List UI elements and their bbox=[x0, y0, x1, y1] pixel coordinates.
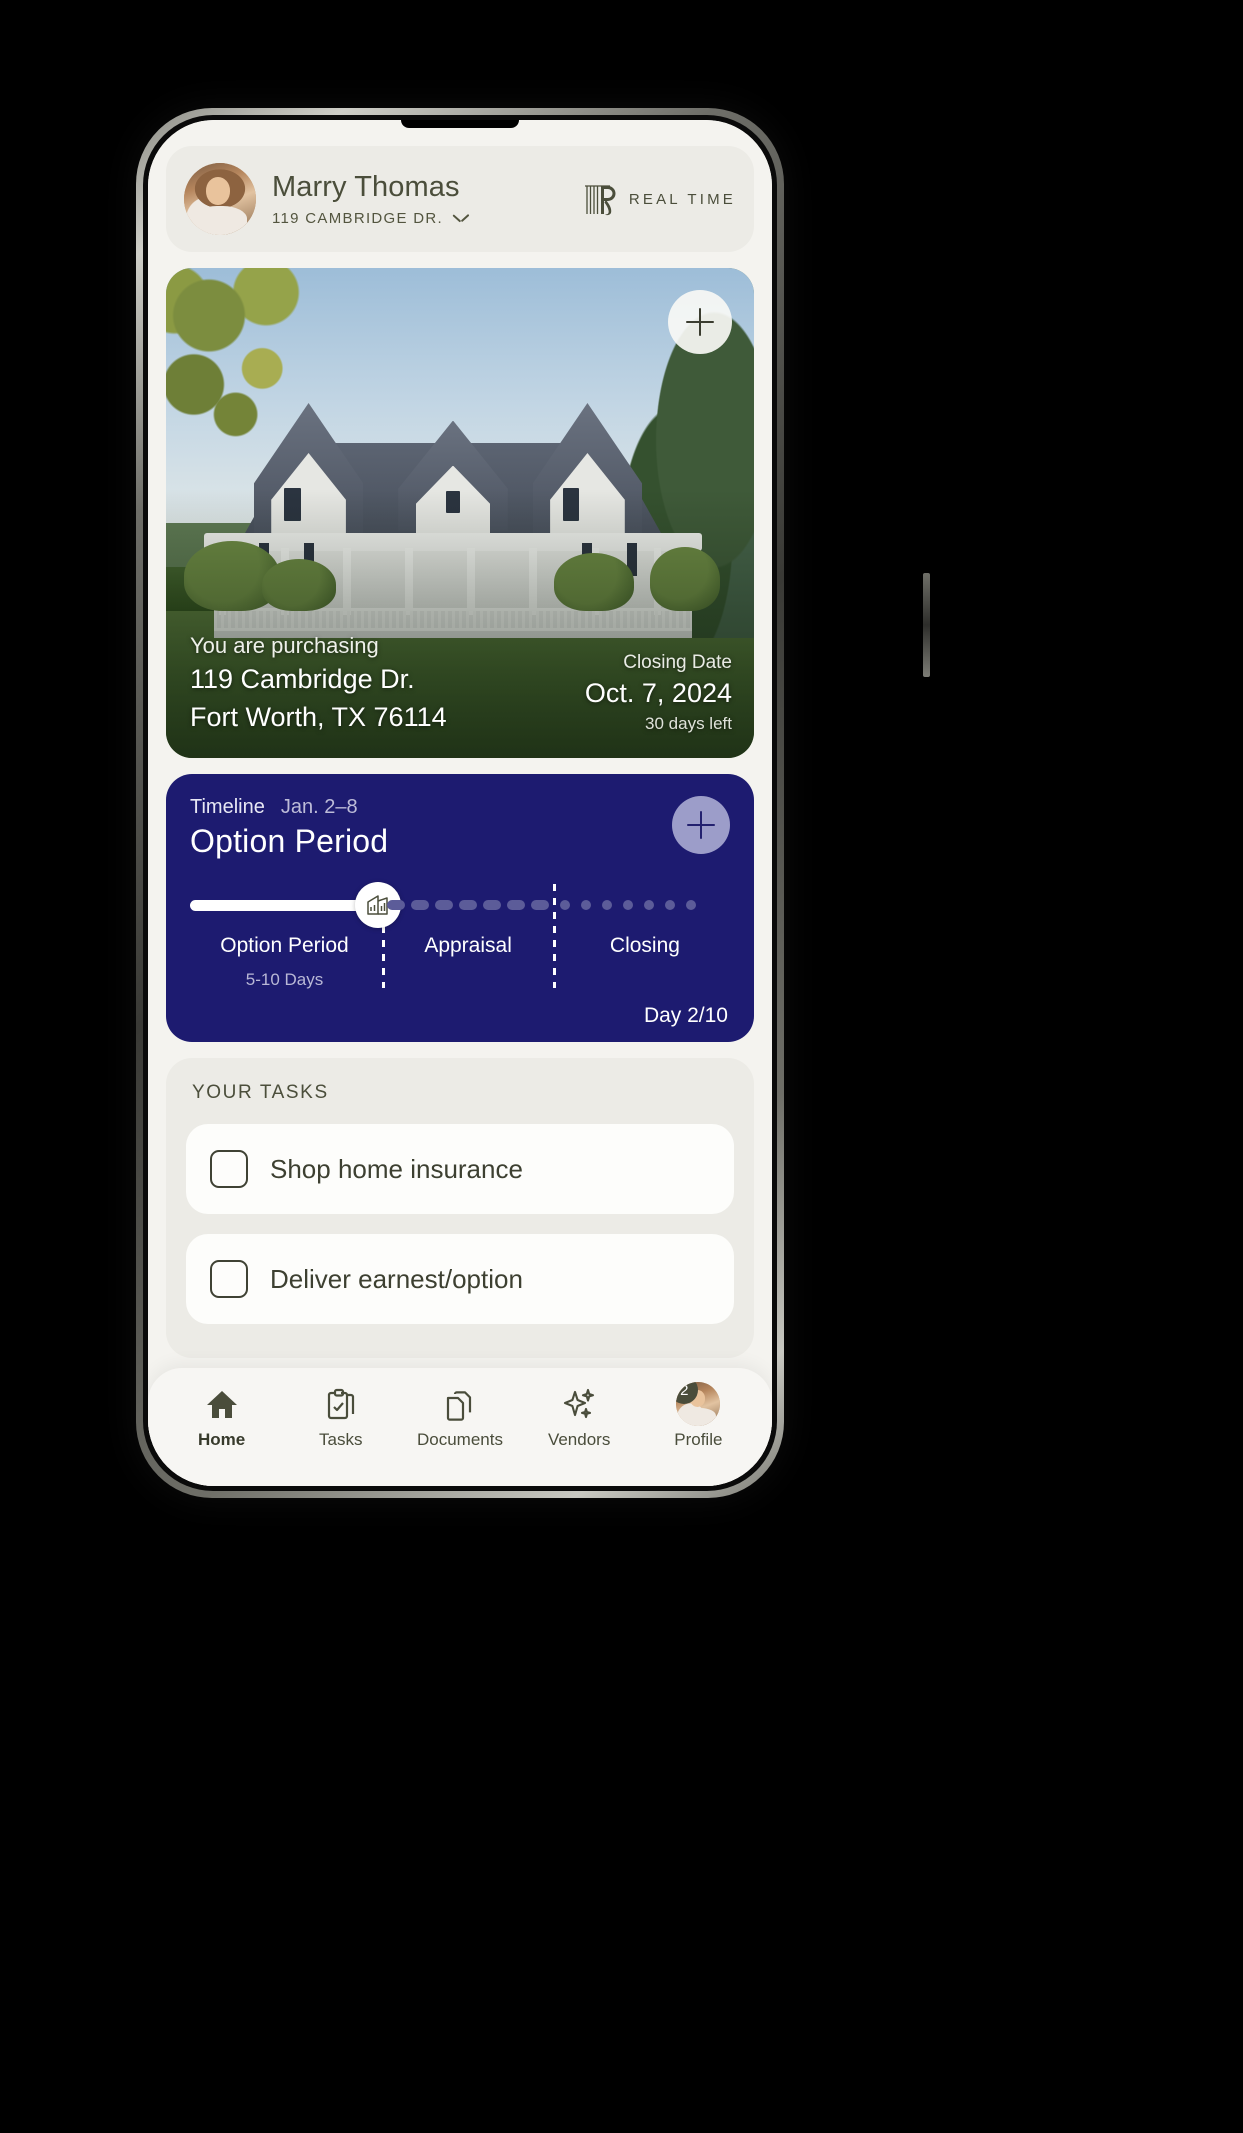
step-label: Option Period bbox=[220, 934, 349, 957]
day-counter: Day 2/10 bbox=[643, 1004, 728, 1027]
add-timeline-button[interactable] bbox=[672, 796, 730, 854]
step-dash-track bbox=[387, 890, 550, 920]
timeline-title: Option Period bbox=[190, 823, 389, 859]
closing-date-value: Oct. 7, 2024 bbox=[584, 678, 732, 708]
timeline-date-range: Jan. 2–8 bbox=[280, 796, 358, 818]
nav-label: Tasks bbox=[319, 1430, 363, 1449]
nav-label: Vendors bbox=[547, 1430, 611, 1449]
progress-bar[interactable] bbox=[190, 882, 401, 928]
step-sublabel: 5-10 Days bbox=[245, 970, 324, 989]
tasks-card: YOUR TASKS Shop home insurance Deliver e… bbox=[166, 1058, 754, 1358]
task-row[interactable]: Shop home insurance bbox=[186, 1124, 734, 1214]
step-dot-track bbox=[559, 890, 730, 920]
notch bbox=[401, 120, 519, 128]
nav-item-home[interactable]: Home bbox=[162, 1384, 281, 1450]
plus-icon bbox=[686, 308, 714, 336]
task-label: Shop home insurance bbox=[270, 1153, 523, 1184]
days-left-value: 30 days left bbox=[645, 714, 732, 733]
stepper-step-appraisal[interactable]: Appraisal bbox=[387, 890, 550, 1002]
nav-label: Documents bbox=[416, 1430, 503, 1449]
nav-item-vendors[interactable]: Vendors bbox=[520, 1384, 639, 1450]
property-card[interactable]: You are purchasing 119 Cambridge Dr. For… bbox=[166, 268, 754, 758]
step-label: Closing bbox=[609, 934, 680, 957]
timeline-kicker-row: Timeline Jan. 2–8 bbox=[190, 796, 388, 819]
phone-device-frame: Marry Thomas 119 CAMBRIDGE DR. REAL TIME… bbox=[136, 108, 930, 1498]
timeline-header: Timeline Jan. 2–8 Option Period bbox=[190, 796, 730, 860]
nav-item-documents[interactable]: Documents bbox=[400, 1384, 519, 1450]
phone-screen: Marry Thomas 119 CAMBRIDGE DR. REAL TIME… bbox=[148, 120, 772, 1486]
closing-block: Closing Date Oct. 7, 2024 30 days left bbox=[585, 652, 732, 734]
task-checkbox[interactable] bbox=[210, 1150, 248, 1188]
clipboard-check-icon bbox=[325, 1384, 357, 1424]
closing-date-label: Closing Date bbox=[623, 652, 732, 673]
task-label: Deliver earnest/option bbox=[270, 1263, 523, 1294]
header-text-group: Marry Thomas 119 CAMBRIDGE DR. bbox=[272, 171, 582, 226]
app-root: Marry Thomas 119 CAMBRIDGE DR. REAL TIME… bbox=[148, 120, 772, 1486]
page-title: Marry Thomas bbox=[272, 171, 460, 204]
bottom-navigation: Home Tasks Documents Vendors 2 Profile bbox=[148, 1368, 772, 1486]
tasks-section-title: YOUR TASKS bbox=[192, 1082, 329, 1103]
nav-label: Profile bbox=[674, 1430, 723, 1449]
property-address-line2: Fort Worth, TX 76114 bbox=[190, 701, 447, 732]
timeline-kicker: Timeline bbox=[190, 796, 265, 818]
address-selector[interactable]: 119 CAMBRIDGE DR. bbox=[272, 210, 582, 227]
r-monogram-icon bbox=[584, 185, 616, 216]
screenshot-stage: Marry Thomas 119 CAMBRIDGE DR. REAL TIME… bbox=[0, 0, 1243, 2133]
address-label: 119 CAMBRIDGE DR. bbox=[272, 209, 444, 227]
documents-icon bbox=[444, 1384, 476, 1424]
power-button[interactable] bbox=[923, 573, 930, 677]
avatar[interactable] bbox=[184, 163, 256, 235]
add-property-button[interactable] bbox=[668, 290, 732, 354]
property-overlay: You are purchasing 119 Cambridge Dr. For… bbox=[190, 633, 732, 734]
stepper-step-option-period[interactable]: Option Period 5-10 Days bbox=[190, 882, 401, 1002]
header-card: Marry Thomas 119 CAMBRIDGE DR. REAL TIME bbox=[166, 146, 754, 252]
stepper-divider bbox=[553, 884, 557, 988]
task-checkbox[interactable] bbox=[210, 1260, 248, 1298]
home-icon bbox=[205, 1384, 239, 1424]
plus-icon bbox=[687, 811, 715, 839]
step-label: Appraisal bbox=[424, 934, 512, 957]
timeline-stepper: Option Period 5-10 Days Appraisal Closin… bbox=[190, 882, 730, 1002]
stepper-step-closing[interactable]: Closing bbox=[559, 890, 730, 1002]
brand-logo: REAL TIME bbox=[582, 181, 736, 217]
nav-label: Home bbox=[197, 1430, 246, 1449]
task-row[interactable]: Deliver earnest/option bbox=[186, 1234, 734, 1324]
nav-item-profile[interactable]: 2 Profile bbox=[639, 1382, 758, 1450]
phone-bezel: Marry Thomas 119 CAMBRIDGE DR. REAL TIME… bbox=[143, 115, 777, 1491]
sparkles-icon bbox=[562, 1384, 596, 1424]
property-address-line1: 119 Cambridge Dr. bbox=[190, 664, 415, 695]
timeline-heading-group: Timeline Jan. 2–8 Option Period bbox=[190, 796, 388, 860]
brand-name: REAL TIME bbox=[628, 190, 736, 208]
purchasing-label: You are purchasing bbox=[190, 633, 379, 659]
profile-avatar: 2 bbox=[676, 1382, 721, 1426]
timeline-card[interactable]: Timeline Jan. 2–8 Option Period Option P… bbox=[166, 774, 754, 1042]
property-address-block: You are purchasing 119 Cambridge Dr. For… bbox=[190, 633, 447, 734]
chevron-down-icon bbox=[453, 214, 468, 223]
avatar-icon: 2 bbox=[676, 1382, 721, 1426]
nav-item-tasks[interactable]: Tasks bbox=[281, 1384, 400, 1450]
